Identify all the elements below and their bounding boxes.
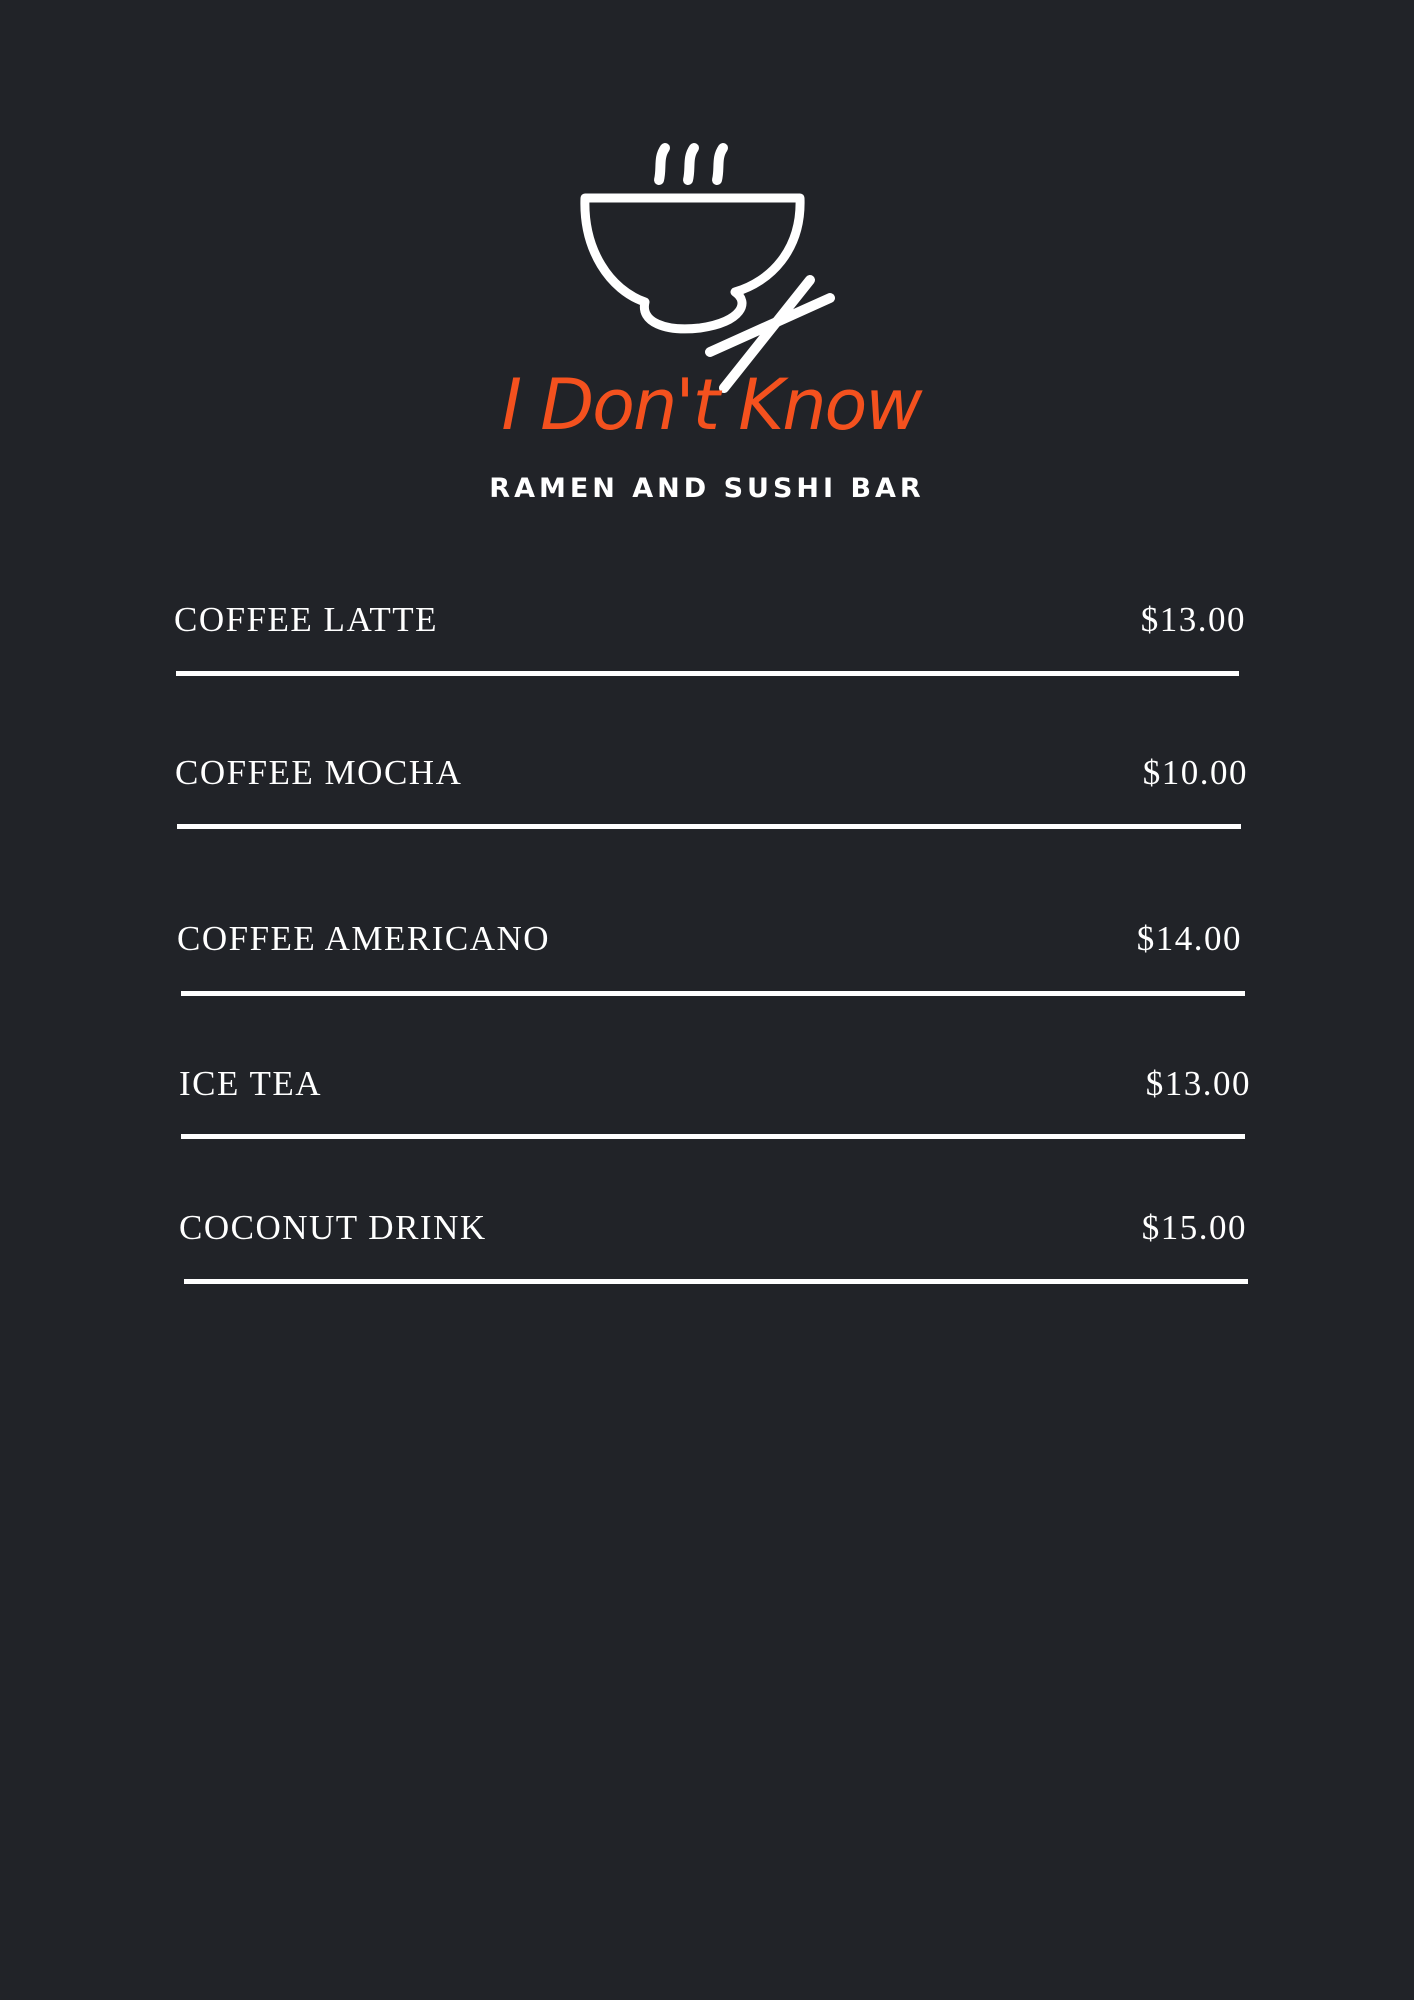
menu-divider [184,1279,1248,1284]
menu-item: COFFEE AMERICANO $14.00 [177,921,1242,981]
menu-item-price: $14.00 [1136,919,1242,958]
menu-divider [177,824,1241,829]
menu-item: COFFEE MOCHA $10.00 [175,755,1248,815]
menu-item: COFFEE LATTE $13.00 [174,602,1246,662]
menu-divider [181,991,1245,996]
menu-divider [176,671,1239,676]
menu-item-price: $15.00 [1141,1208,1247,1247]
menu-item-name: COFFEE MOCHA [175,753,463,792]
menu-item-price: $13.00 [1140,600,1246,639]
menu-item: COCONUT DRINK $15.00 [179,1210,1247,1270]
menu-item-price: $13.00 [1145,1064,1251,1103]
menu-item-name: ICE TEA [179,1064,323,1103]
restaurant-name: I Don't Know [501,364,922,446]
restaurant-tagline: RAMEN AND SUSHI BAR [489,473,925,504]
menu-item-name: COFFEE LATTE [174,600,438,639]
menu-item-name: COFFEE AMERICANO [177,919,551,958]
menu-item: ICE TEA $13.00 [179,1066,1251,1126]
menu-item-name: COCONUT DRINK [179,1208,487,1247]
menu-item-price: $10.00 [1142,753,1248,792]
menu-divider [181,1134,1245,1139]
